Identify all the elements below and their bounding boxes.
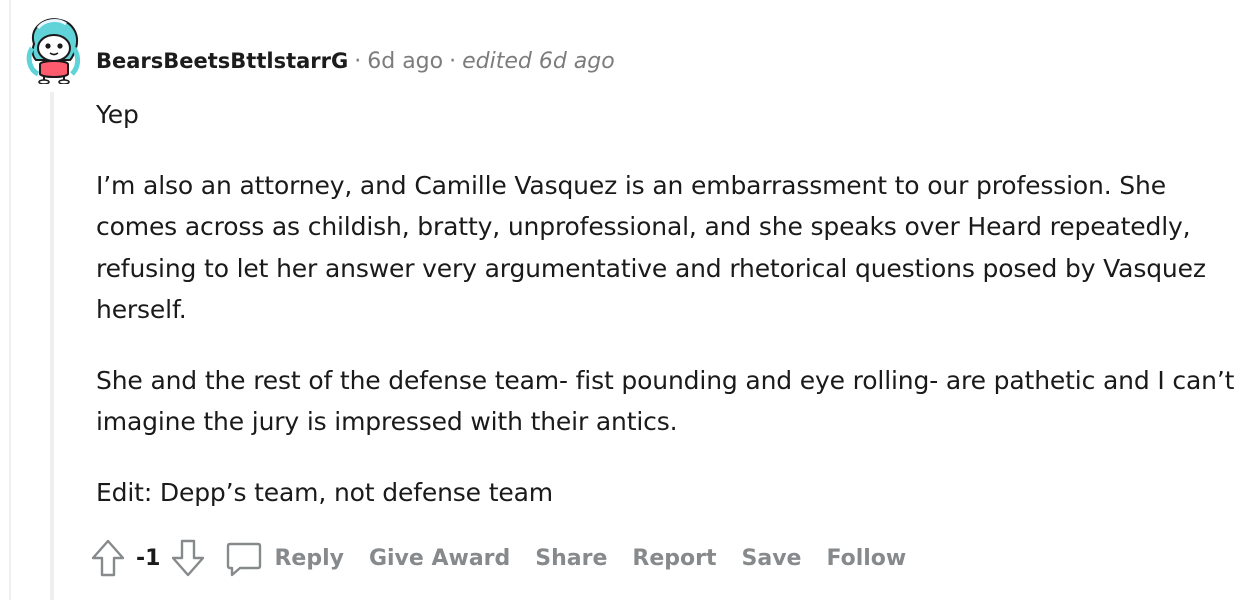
downvote-arrow-icon <box>172 539 205 577</box>
comment-paragraph: Yep <box>96 100 139 129</box>
save-button[interactable]: Save <box>742 546 802 571</box>
reply-label: Reply <box>274 545 344 571</box>
comment-meta: BearsBeetsBttlstarrG · 6d ago · edited 6… <box>96 44 615 78</box>
comment-action-bar: -1 Reply Give Award Share Report Save Fo… <box>90 536 931 580</box>
meta-separator: · <box>354 48 362 74</box>
meta-separator: · <box>449 48 457 74</box>
upvote-button[interactable] <box>90 536 126 580</box>
comment-paragraph: Edit: Depp’s team, not defense team <box>96 477 553 507</box>
comment-paragraph: She and the rest of the defense team- fi… <box>96 365 1235 437</box>
vote-score: -1 <box>136 545 161 571</box>
upvote-arrow-icon <box>91 539 125 577</box>
give-award-button[interactable]: Give Award <box>369 546 510 571</box>
reply-button[interactable]: Reply <box>224 538 344 578</box>
downvote-button[interactable] <box>170 536 206 580</box>
comment-thread-line[interactable] <box>50 92 54 600</box>
username-link[interactable]: BearsBeetsBttlstarrG <box>96 49 348 73</box>
report-button[interactable]: Report <box>632 546 716 571</box>
comment-body: Yep I’m also an attorney, and Camille Va… <box>96 94 1246 542</box>
share-button[interactable]: Share <box>535 546 607 571</box>
timestamp-link[interactable]: 6d ago <box>367 49 443 74</box>
comment-bubble-icon <box>227 542 262 577</box>
follow-button[interactable]: Follow <box>826 546 906 571</box>
parent-thread-line[interactable] <box>9 0 11 600</box>
edited-label: edited 6d ago <box>462 48 615 74</box>
user-avatar[interactable] <box>22 14 84 85</box>
comment-paragraph: I’m also an attorney, and Camille Vasque… <box>96 170 1206 325</box>
